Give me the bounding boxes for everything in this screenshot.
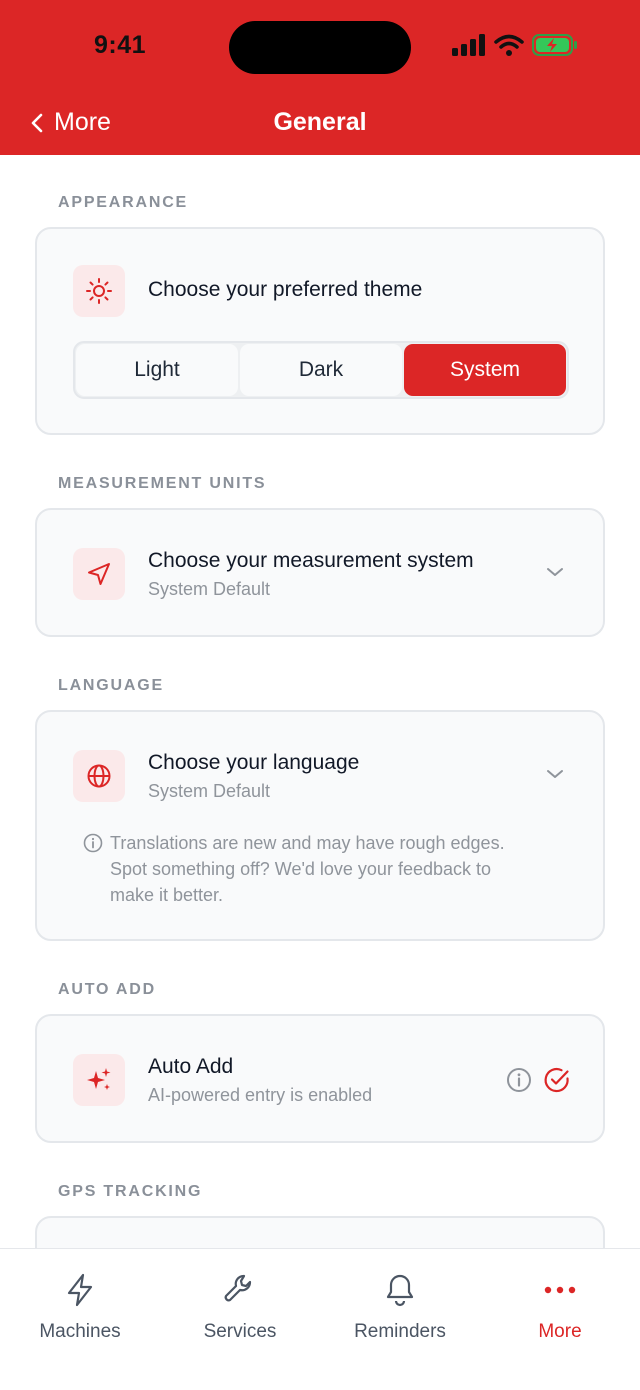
appearance-section-title: APPEARANCE [58, 194, 189, 211]
tab-machines-label: Machines [39, 1321, 121, 1342]
tab-bar: Machines Services Reminders More [0, 1248, 640, 1390]
language-title[interactable]: Choose your language [148, 751, 359, 775]
tab-more[interactable]: More [480, 1271, 640, 1343]
bell-icon [386, 1274, 414, 1307]
language-section-title: LANGUAGE [58, 677, 164, 694]
cellular-signal-icon [452, 34, 485, 56]
language-icon-box [73, 750, 125, 802]
translation-note-line-2: Spot something off? We'd love your feedb… [110, 859, 492, 879]
tab-services[interactable]: Services [160, 1271, 320, 1343]
units-icon-box [73, 548, 125, 600]
theme-segmented-control: Light Dark System [73, 341, 569, 399]
auto-add-subtitle: AI-powered entry is enabled [148, 1085, 373, 1105]
battery-icon [532, 34, 577, 56]
sparkles-icon [87, 1068, 111, 1090]
theme-icon-box [73, 265, 125, 317]
translation-note-line-3: make it better. [110, 885, 224, 905]
translation-note-line-1: Translations are new and may have rough … [110, 833, 505, 853]
tab-reminders[interactable]: Reminders [320, 1271, 480, 1343]
theme-title: Choose your preferred theme [148, 278, 423, 301]
app-header: 9:41 More General [0, 0, 640, 155]
language-card: Choose your language System Default Tran… [35, 710, 605, 941]
page-title: General [273, 108, 367, 136]
units-section-title: MEASUREMENT UNITS [58, 475, 267, 492]
tab-services-label: Services [203, 1321, 277, 1342]
chevron-down-icon[interactable] [545, 767, 565, 781]
auto-add-title: Auto Add [148, 1055, 234, 1078]
sun-icon [86, 278, 112, 304]
more-dots-icon [544, 1286, 576, 1294]
info-icon[interactable] [506, 1067, 532, 1093]
status-time: 9:41 [94, 31, 147, 59]
units-card[interactable]: Choose your measurement system System De… [35, 508, 605, 637]
status-icons [452, 34, 578, 56]
auto-add-icon-box [73, 1054, 125, 1106]
language-value: System Default [148, 781, 271, 801]
units-value: System Default [148, 579, 271, 599]
tab-reminders-label: Reminders [354, 1321, 446, 1342]
tab-machines[interactable]: Machines [0, 1271, 160, 1343]
translation-note: Translations are new and may have rough … [83, 830, 543, 908]
wifi-icon [494, 34, 524, 56]
auto-add-card: Auto Add AI-powered entry is enabled [35, 1014, 605, 1143]
tab-more-label: More [538, 1321, 582, 1342]
auto-add-section-title: AUTO ADD [58, 981, 156, 998]
globe-icon [87, 764, 111, 788]
theme-option-light[interactable]: Light [76, 344, 238, 396]
theme-option-dark[interactable]: Dark [240, 344, 402, 396]
units-title: Choose your measurement system [148, 549, 474, 572]
info-icon [83, 833, 103, 853]
wrench-icon [224, 1274, 252, 1302]
lightning-icon [67, 1273, 93, 1307]
navigation-arrow-icon [88, 563, 110, 585]
dynamic-island [229, 21, 411, 74]
theme-option-system[interactable]: System [404, 344, 566, 396]
check-circle-icon[interactable] [543, 1066, 571, 1094]
gps-section-title: GPS TRACKING [58, 1183, 203, 1200]
appearance-card: Choose your preferred theme Light Dark S… [35, 227, 605, 435]
chevron-down-icon[interactable] [545, 565, 565, 579]
